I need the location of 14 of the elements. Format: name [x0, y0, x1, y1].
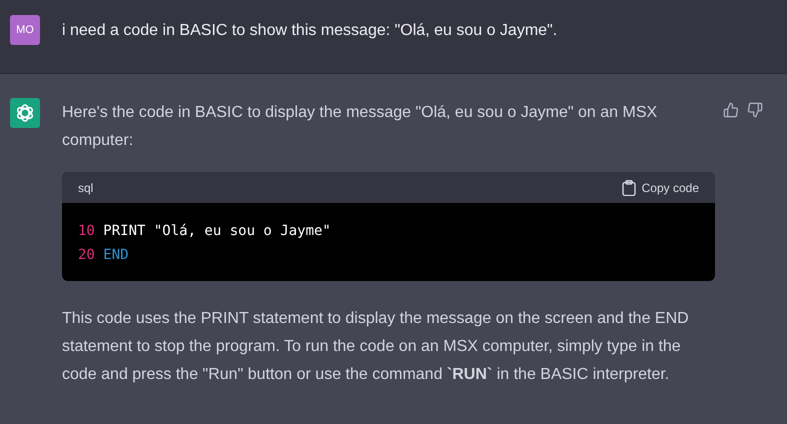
code-language: sql — [78, 180, 94, 196]
assistant-logo-icon — [10, 98, 40, 128]
user-message: i need a code in BASIC to show this message: "Olá, eu sou o Jayme". — [62, 21, 558, 41]
thumbs-up-button[interactable] — [723, 102, 739, 118]
user-avatar: MO — [10, 15, 40, 45]
clipboard-icon — [622, 180, 636, 196]
thumbs-down-icon — [747, 102, 763, 118]
assistant-intro: Here's the code in BASIC to display the message "Olá, eu sou o Jayme" on an MSX computer: — [62, 103, 658, 151]
copy-code-button[interactable]: Copy code — [622, 178, 699, 196]
code-line: 20 END — [78, 246, 129, 265]
thumbs-up-icon — [723, 102, 739, 118]
thumbs-down-button[interactable] — [747, 102, 763, 118]
assistant-explanation: This code uses the PRINT statement to display the message on the screen and the END statement to stop the program. To run the code on an MSX computer, simply type in the code and press the "Run" button or use the command `RUN` in the BASIC interpreter. — [62, 309, 690, 385]
code-line: 10 PRINT "Olá, eu sou o Jayme" — [78, 222, 331, 241]
